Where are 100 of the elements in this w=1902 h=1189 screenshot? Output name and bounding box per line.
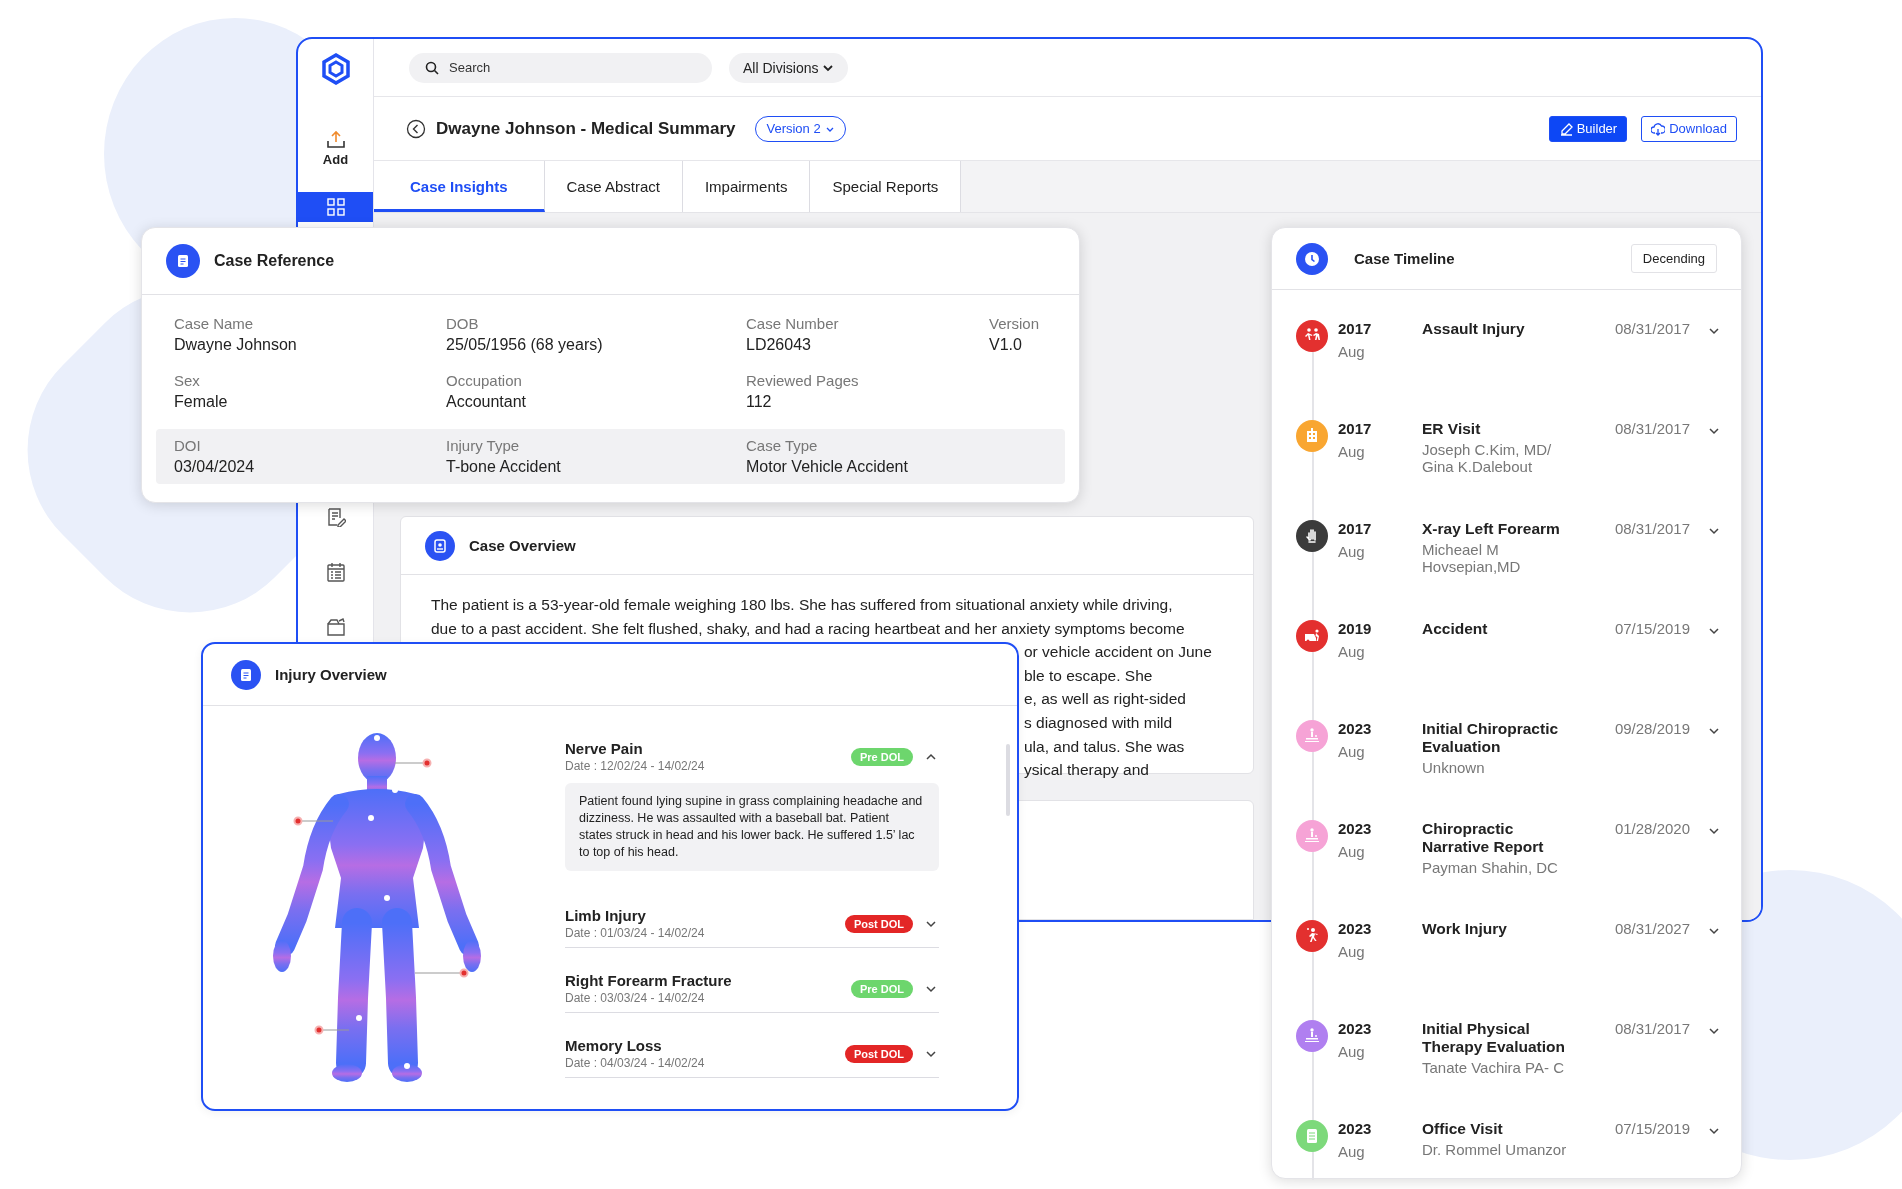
- status-badge: Post DOL: [844, 914, 913, 933]
- event-date: 01/28/2020: [1613, 820, 1690, 837]
- paragraph-text: due to a past accident. She felt flushed, shaky, and had a racing heartbeat and her anxiety symptoms become: [431, 618, 1185, 639]
- injury-date: Date : 01/03/24 - 14/02/24: [565, 926, 706, 940]
- event-provider: Payman Shahin, DC: [1422, 859, 1559, 876]
- status-badge: Pre DOL: [851, 747, 913, 766]
- sort-dropdown[interactable]: Decending: [1630, 244, 1717, 273]
- event-title: Work Injury: [1422, 920, 1508, 938]
- add-button[interactable]: Add: [322, 129, 349, 167]
- event-date: 07/15/2019: [1613, 620, 1690, 637]
- field-value: T-bone Accident: [446, 458, 562, 476]
- field-value: Dwayne Johnson: [174, 336, 298, 354]
- field-value: Female: [174, 393, 229, 411]
- field-value: 25/05/1956 (68 years): [446, 336, 604, 354]
- event-date: 07/15/2019: [1613, 1120, 1690, 1137]
- header-button[interactable]: Builder: [1548, 115, 1628, 142]
- event-month: Aug: [1338, 1143, 1366, 1160]
- chevron-down-icon: [1708, 925, 1720, 937]
- chevron-down-icon: [1708, 425, 1720, 437]
- back-button[interactable]: [406, 118, 426, 139]
- chevron-down-icon: [1708, 525, 1720, 537]
- injury-name: Nerve Pain: [565, 740, 644, 757]
- event-year: 2023: [1338, 920, 1373, 937]
- paragraph-text: ula, and talus. She was: [1024, 736, 1185, 757]
- paragraph-text: s diagnosed with mild: [1024, 712, 1173, 733]
- logo-icon[interactable]: [320, 53, 351, 85]
- injury-date: Date : 04/03/24 - 14/02/24: [565, 1056, 706, 1070]
- injury-name: Right Forearm Fracture: [565, 972, 733, 989]
- header-icon: [231, 659, 261, 690]
- event-date: 08/31/2017: [1613, 1020, 1690, 1037]
- tab[interactable]: Special Reports: [810, 161, 962, 212]
- event-month: Aug: [1338, 543, 1366, 560]
- event-provider: Joseph C.Kim, MD/ Gina K.Dalebout: [1422, 441, 1553, 475]
- injury-name: Limb Injury: [565, 907, 647, 924]
- division-dropdown[interactable]: All Divisions: [729, 52, 849, 83]
- field-label: Version: [989, 315, 1041, 332]
- event-year: 2023: [1338, 720, 1373, 737]
- event-provider: Unknown: [1422, 759, 1486, 776]
- header-icon: [425, 530, 455, 561]
- paragraph-text: ysical therapy and: [1024, 760, 1149, 781]
- chevron-down-icon: [1708, 625, 1720, 637]
- paragraph-text: or vehicle accident on June: [1024, 642, 1212, 663]
- chevron-down-icon: [1708, 825, 1720, 837]
- event-provider: Tanate Vachira PA- C: [1422, 1059, 1565, 1076]
- event-month: Aug: [1338, 943, 1366, 960]
- header-icon: [1296, 242, 1328, 275]
- search-field[interactable]: Search: [409, 52, 712, 83]
- event-year: 2023: [1338, 1120, 1373, 1137]
- field-label: Sex: [174, 372, 201, 389]
- event-month: Aug: [1338, 1043, 1366, 1060]
- field-value: V1.0: [989, 336, 1023, 354]
- status-badge: Post DOL: [844, 1044, 913, 1063]
- edit-icon: [1558, 121, 1573, 136]
- cloud-download-icon: [1651, 121, 1666, 136]
- injury-name: Memory Loss: [565, 1037, 663, 1054]
- scrollbar[interactable]: [1006, 744, 1010, 816]
- event-month: Aug: [1338, 743, 1366, 760]
- event-provider: Micheael M Hovsepian,MD: [1422, 541, 1522, 575]
- event-year: 2023: [1338, 1020, 1373, 1037]
- field-value: 03/04/2024: [174, 458, 256, 476]
- header-button[interactable]: Download: [1641, 115, 1737, 142]
- injury-date: Date : 12/02/24 - 14/02/24: [565, 759, 706, 773]
- field-value: LD26043: [746, 336, 812, 354]
- header-icon: [166, 244, 200, 278]
- event-title: Initial Chiropractic Evaluation: [1422, 720, 1560, 756]
- tab[interactable]: Case Insights: [374, 161, 545, 212]
- event-date: 08/31/2017: [1613, 520, 1690, 537]
- field-label: Reviewed Pages: [746, 372, 860, 389]
- paragraph-text: The patient is a 53-year-old female weighing 180 lbs. She has suffered from situational anxiety while driving,: [431, 595, 1173, 615]
- card-title: Case Timeline: [1354, 250, 1456, 267]
- event-title: Initial Physical Therapy Evaluation: [1422, 1020, 1566, 1056]
- field-label: Case Type: [746, 437, 819, 454]
- event-year: 2017: [1338, 320, 1373, 337]
- event-title: Chiropractic Narrative Report: [1422, 820, 1545, 856]
- upload-icon: [325, 129, 346, 149]
- card-title: Case Overview: [469, 537, 576, 554]
- tab[interactable]: Case Abstract: [544, 161, 683, 212]
- event-date: 09/28/2019: [1613, 720, 1690, 737]
- field-label: Case Name: [174, 315, 255, 332]
- card-title: Case Reference: [214, 252, 335, 270]
- event-year: 2017: [1338, 520, 1373, 537]
- card-title: Injury Overview: [275, 666, 387, 683]
- event-title: Assault Injury: [1422, 320, 1526, 338]
- chevron-down-icon: [1708, 1125, 1720, 1137]
- status-badge: Pre DOL: [851, 979, 913, 998]
- event-date: 08/31/2027: [1613, 920, 1690, 937]
- calendar-icon: [325, 562, 346, 582]
- tab[interactable]: Impairments: [682, 161, 811, 212]
- event-date: 08/31/2017: [1613, 320, 1690, 337]
- field-label: Occupation: [446, 372, 523, 389]
- event-title: X-ray Left Forearm: [1422, 520, 1561, 538]
- sidebar-item[interactable]: [298, 192, 373, 222]
- notes-icon: [325, 507, 346, 527]
- field-label: DOI: [174, 437, 202, 454]
- injury-description: Patient found lying supine in grass complaining headache and dizziness. He was assaulted with a baseball bat. Patient states struck in head and his lower back. He suffered 1.5’ lac to top of his head.: [565, 783, 939, 871]
- event-month: Aug: [1338, 643, 1366, 660]
- event-month: Aug: [1338, 343, 1366, 360]
- folder-icon: [325, 617, 346, 637]
- search-icon: [425, 60, 439, 75]
- event-year: 2019: [1338, 620, 1373, 637]
